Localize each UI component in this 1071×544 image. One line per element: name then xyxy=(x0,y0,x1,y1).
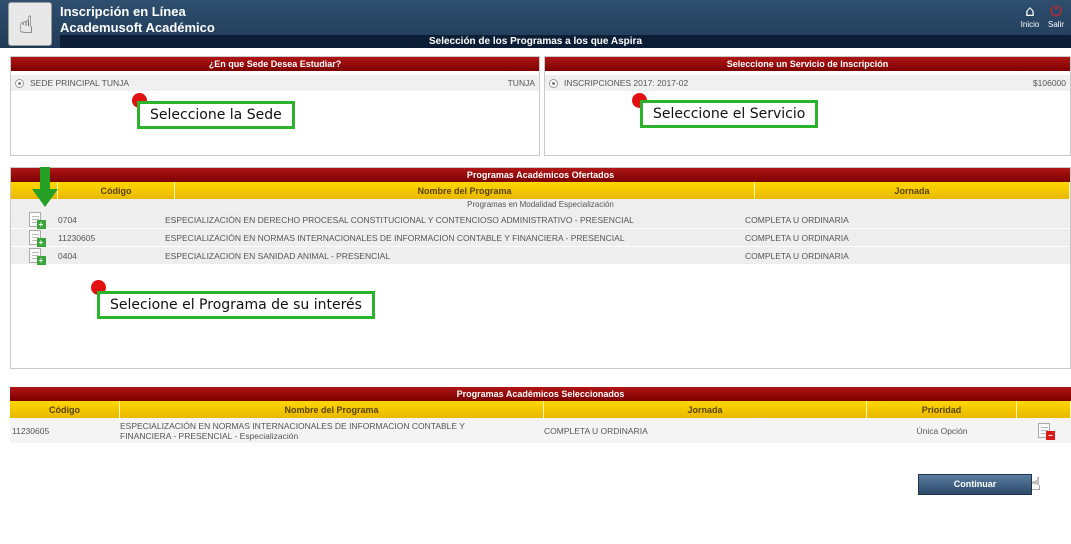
program-note: Selecione el Programa de su interés xyxy=(97,291,375,319)
offered-table-header: Código Nombre del Programa Jornada xyxy=(11,182,1070,199)
service-note: Seleccione el Servicio xyxy=(640,100,819,128)
row-shift: COMPLETA U ORDINARIA xyxy=(745,232,849,243)
selected-header-name: Nombre del Programa xyxy=(120,401,544,418)
sede-option-label: SEDE PRINCIPAL TUNJA xyxy=(30,78,130,88)
row-shift: COMPLETA U ORDINARIA xyxy=(745,250,849,261)
home-icon: ⌂ xyxy=(1025,2,1035,20)
sede-option-city: TUNJA xyxy=(507,78,535,88)
row-code: 0404 xyxy=(58,250,77,261)
offered-header-shift: Jornada xyxy=(755,182,1070,199)
selected-row-name-line2: FINANCIERA - PRESENCIAL - Especializació… xyxy=(120,430,299,441)
selected-header-shift: Jornada xyxy=(544,401,867,418)
page-heading: Selección de los Programas a los que Asp… xyxy=(428,36,643,47)
selected-row-name: ESPECIALIZACIÓN EN NORMAS INTERNACIONALE… xyxy=(120,421,544,441)
selected-header-action xyxy=(1017,401,1071,418)
add-program-icon[interactable]: + xyxy=(28,248,46,265)
selected-programs-panel: Programas Académicos Seleccionados Códig… xyxy=(10,387,1071,447)
service-panel-title: Seleccione un Servicio de Inscripción xyxy=(545,57,1070,71)
table-row[interactable]: + 11230605 ESPECIALIZACIÓN EN NORMAS INT… xyxy=(11,229,1070,247)
exit-label: Salir xyxy=(1047,20,1064,29)
app-subtitle: Academusoft Académico xyxy=(60,20,215,35)
sede-note: Seleccione la Sede xyxy=(137,101,295,129)
selected-row-name-line1: ESPECIALIZACIÓN EN NORMAS INTERNACIONALE… xyxy=(120,420,465,431)
home-label: Inicio xyxy=(1020,20,1040,29)
continue-button[interactable]: Continuar xyxy=(918,474,1032,495)
offered-programs-panel: Programas Académicos Ofertados Código No… xyxy=(10,167,1071,369)
sede-panel-title: ¿En que Sede Desea Estudiar? xyxy=(11,57,539,71)
offered-header-code: Código xyxy=(58,182,175,199)
offered-programs-title: Programas Académicos Ofertados xyxy=(11,168,1070,182)
app-header: ☝ Inscripción en Línea Academusoft Acadé… xyxy=(0,0,1071,48)
add-program-icon[interactable]: + xyxy=(28,212,46,229)
service-radio[interactable] xyxy=(549,78,558,88)
hand-cursor-icon: ☝ xyxy=(1030,474,1041,495)
offered-group-row: Programas en Modalidad Especialización xyxy=(11,199,1070,211)
remove-program-icon[interactable]: − xyxy=(1038,423,1055,440)
table-row: 11230605 ESPECIALIZACIÓN EN NORMAS INTER… xyxy=(10,418,1071,444)
service-option[interactable]: INSCRIPCIONES 2017: 2017-02 $106000 xyxy=(545,75,1070,91)
offered-header-name: Nombre del Programa xyxy=(175,182,755,199)
selected-row-shift: COMPLETA U ORDINARIA xyxy=(544,425,648,436)
selected-header-priority: Prioridad xyxy=(867,401,1017,418)
selected-header-code: Código xyxy=(10,401,120,418)
service-option-price: $106000 xyxy=(1032,78,1066,88)
down-arrow-icon xyxy=(32,167,58,209)
row-name: ESPECIALIZACIÓN EN DERECHO PROCESAL CONS… xyxy=(165,214,634,225)
row-code: 11230605 xyxy=(58,232,96,243)
service-option-label: INSCRIPCIONES 2017: 2017-02 xyxy=(564,78,689,88)
sede-option[interactable]: SEDE PRINCIPAL TUNJA TUNJA xyxy=(11,75,539,91)
row-name: ESPECIALIZACION EN SANIDAD ANIMAL - PRES… xyxy=(165,250,390,261)
row-name: ESPECIALIZACIÓN EN NORMAS INTERNACIONALE… xyxy=(165,232,625,243)
table-row[interactable]: + 0704 ESPECIALIZACIÓN EN DERECHO PROCES… xyxy=(11,211,1070,229)
row-shift: COMPLETA U ORDINARIA xyxy=(745,214,849,225)
selected-table-header: Código Nombre del Programa Jornada Prior… xyxy=(10,401,1071,418)
selected-programs-title: Programas Académicos Seleccionados xyxy=(10,387,1071,401)
row-code: 0704 xyxy=(58,214,77,225)
table-row[interactable]: + 0404 ESPECIALIZACION EN SANIDAD ANIMAL… xyxy=(11,247,1070,265)
power-icon: ⏻ xyxy=(1050,2,1062,20)
app-title: Inscripción en Línea xyxy=(60,4,186,19)
sede-radio[interactable] xyxy=(15,78,24,88)
hand-pointer-icon: ☝ xyxy=(19,11,34,39)
selected-row-code: 11230605 xyxy=(12,425,50,436)
home-button[interactable]: ⌂ Inicio xyxy=(1017,2,1043,29)
exit-button[interactable]: ⏻ Salir xyxy=(1043,2,1069,29)
selected-row-priority: Única Opción xyxy=(916,425,968,436)
add-program-icon[interactable]: + xyxy=(28,230,46,247)
